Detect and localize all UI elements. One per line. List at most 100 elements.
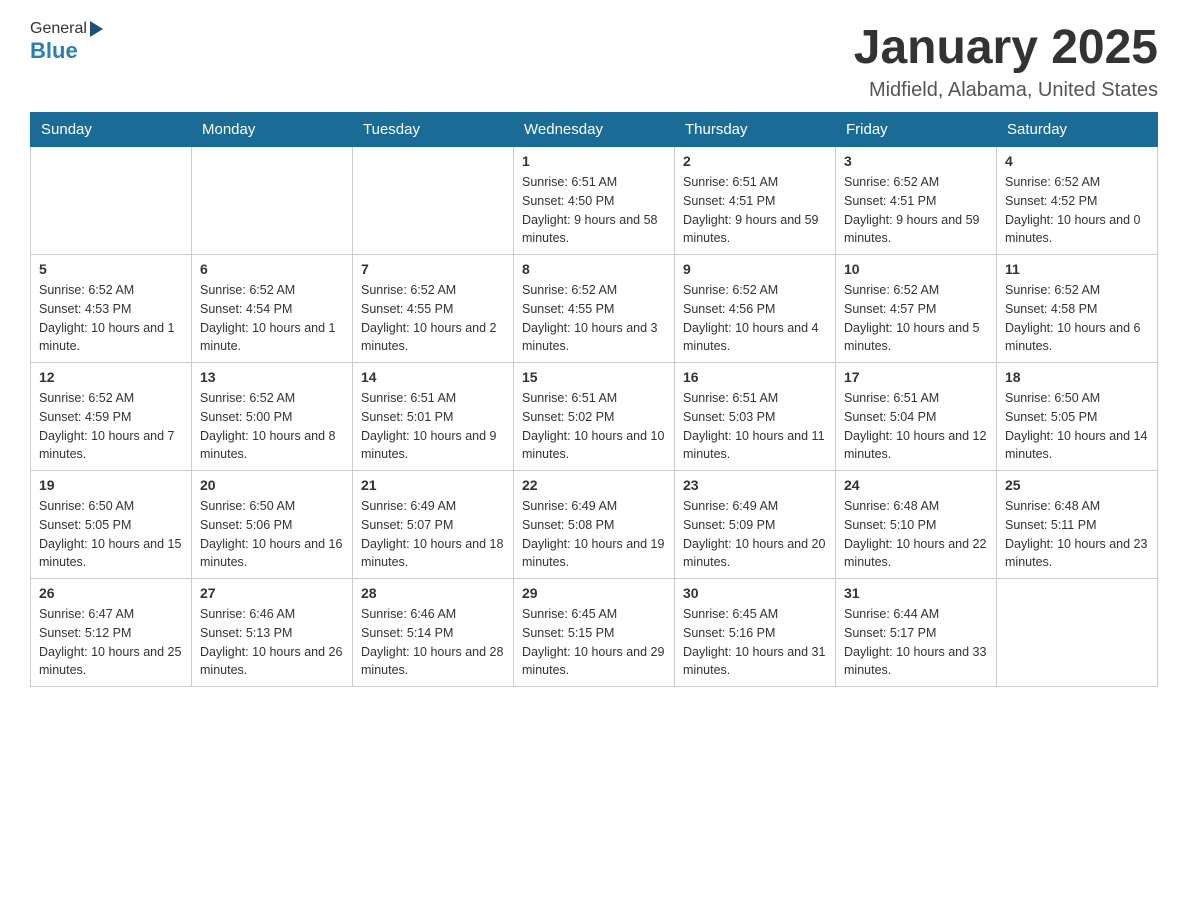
day-number: 26: [39, 585, 183, 601]
day-number: 3: [844, 153, 988, 169]
calendar-cell: 4 Sunrise: 6:52 AM Sunset: 4:52 PM Daylig…: [997, 147, 1158, 255]
calendar-cell: 15 Sunrise: 6:51 AM Sunset: 5:02 PM Dayli…: [514, 363, 675, 471]
calendar-cell: 10Sunrise: 6:52 AM Sunset: 4:57 PM Dayli…: [836, 255, 997, 363]
day-sun-info: Sunrise: 6:51 AM Sunset: 5:02 PM Dayligh…: [522, 389, 666, 464]
page-title: January 2025: [854, 20, 1158, 75]
calendar-cell: [353, 147, 514, 255]
day-sun-info: Sunrise: 6:52 AM Sunset: 4:53 PM Dayligh…: [39, 281, 183, 356]
day-number: 21: [361, 477, 505, 493]
calendar-cell: 26 Sunrise: 6:47 AM Sunset: 5:12 PM Dayli…: [31, 579, 192, 687]
day-number: 15: [522, 369, 666, 385]
day-sun-info: Sunrise: 6:49 AM Sunset: 5:07 PM Dayligh…: [361, 497, 505, 572]
day-sun-info: Sunrise: 6:52 AM Sunset: 4:56 PM Dayligh…: [683, 281, 827, 356]
calendar-week-4: 19 Sunrise: 6:50 AM Sunset: 5:05 PM Dayli…: [31, 471, 1158, 579]
calendar-cell: 12 Sunrise: 6:52 AM Sunset: 4:59 PM Dayli…: [31, 363, 192, 471]
calendar-cell: 27 Sunrise: 6:46 AM Sunset: 5:13 PM Dayli…: [192, 579, 353, 687]
day-sun-info: Sunrise: 6:52 AM Sunset: 4:54 PM Dayligh…: [200, 281, 344, 356]
calendar-cell: 22 Sunrise: 6:49 AM Sunset: 5:08 PM Dayli…: [514, 471, 675, 579]
calendar-week-2: 5 Sunrise: 6:52 AM Sunset: 4:53 PM Daylig…: [31, 255, 1158, 363]
calendar-cell: 5 Sunrise: 6:52 AM Sunset: 4:53 PM Daylig…: [31, 255, 192, 363]
day-number: 12: [39, 369, 183, 385]
day-sun-info: Sunrise: 6:50 AM Sunset: 5:06 PM Dayligh…: [200, 497, 344, 572]
day-number: 8: [522, 261, 666, 277]
day-number: 6: [200, 261, 344, 277]
day-number: 22: [522, 477, 666, 493]
day-sun-info: Sunrise: 6:45 AM Sunset: 5:15 PM Dayligh…: [522, 605, 666, 680]
calendar-cell: [192, 147, 353, 255]
calendar-cell: 2 Sunrise: 6:51 AM Sunset: 4:51 PM Daylig…: [675, 147, 836, 255]
calendar-table: SundayMondayTuesdayWednesdayThursdayFrid…: [30, 112, 1158, 687]
day-number: 18: [1005, 369, 1149, 385]
day-number: 13: [200, 369, 344, 385]
day-of-week-monday: Monday: [192, 113, 353, 147]
calendar-cell: 25Sunrise: 6:48 AM Sunset: 5:11 PM Dayli…: [997, 471, 1158, 579]
day-sun-info: Sunrise: 6:46 AM Sunset: 5:13 PM Dayligh…: [200, 605, 344, 680]
calendar-body: 1Sunrise: 6:51 AM Sunset: 4:50 PM Daylig…: [31, 147, 1158, 687]
calendar-cell: 13 Sunrise: 6:52 AM Sunset: 5:00 PM Dayli…: [192, 363, 353, 471]
logo-blue-text: Blue: [30, 38, 78, 64]
calendar-cell: 11Sunrise: 6:52 AM Sunset: 4:58 PM Dayli…: [997, 255, 1158, 363]
day-number: 11: [1005, 261, 1149, 277]
day-sun-info: Sunrise: 6:45 AM Sunset: 5:16 PM Dayligh…: [683, 605, 827, 680]
day-of-week-thursday: Thursday: [675, 113, 836, 147]
calendar-cell: 14 Sunrise: 6:51 AM Sunset: 5:01 PM Dayli…: [353, 363, 514, 471]
calendar-cell: 8 Sunrise: 6:52 AM Sunset: 4:55 PM Daylig…: [514, 255, 675, 363]
day-number: 31: [844, 585, 988, 601]
calendar-cell: 7Sunrise: 6:52 AM Sunset: 4:55 PM Daylig…: [353, 255, 514, 363]
logo-line1: General: [30, 20, 103, 38]
day-sun-info: Sunrise: 6:46 AM Sunset: 5:14 PM Dayligh…: [361, 605, 505, 680]
calendar-cell: [997, 579, 1158, 687]
logo: General Blue: [30, 20, 103, 64]
calendar-cell: 16Sunrise: 6:51 AM Sunset: 5:03 PM Dayli…: [675, 363, 836, 471]
calendar-week-3: 12 Sunrise: 6:52 AM Sunset: 4:59 PM Dayli…: [31, 363, 1158, 471]
calendar-cell: [31, 147, 192, 255]
day-number: 16: [683, 369, 827, 385]
day-number: 19: [39, 477, 183, 493]
day-sun-info: Sunrise: 6:51 AM Sunset: 4:51 PM Dayligh…: [683, 173, 827, 248]
calendar-cell: 30 Sunrise: 6:45 AM Sunset: 5:16 PM Dayli…: [675, 579, 836, 687]
day-sun-info: Sunrise: 6:50 AM Sunset: 5:05 PM Dayligh…: [39, 497, 183, 572]
calendar-cell: 24 Sunrise: 6:48 AM Sunset: 5:10 PM Dayli…: [836, 471, 997, 579]
day-of-week-tuesday: Tuesday: [353, 113, 514, 147]
day-number: 20: [200, 477, 344, 493]
day-sun-info: Sunrise: 6:52 AM Sunset: 5:00 PM Dayligh…: [200, 389, 344, 464]
day-sun-info: Sunrise: 6:44 AM Sunset: 5:17 PM Dayligh…: [844, 605, 988, 680]
logo-chevron-icon: [90, 21, 103, 37]
day-sun-info: Sunrise: 6:49 AM Sunset: 5:08 PM Dayligh…: [522, 497, 666, 572]
calendar-cell: 29 Sunrise: 6:45 AM Sunset: 5:15 PM Dayli…: [514, 579, 675, 687]
calendar-cell: 19 Sunrise: 6:50 AM Sunset: 5:05 PM Dayli…: [31, 471, 192, 579]
day-sun-info: Sunrise: 6:52 AM Sunset: 4:59 PM Dayligh…: [39, 389, 183, 464]
day-number: 4: [1005, 153, 1149, 169]
day-of-week-saturday: Saturday: [997, 113, 1158, 147]
day-sun-info: Sunrise: 6:50 AM Sunset: 5:05 PM Dayligh…: [1005, 389, 1149, 464]
day-sun-info: Sunrise: 6:47 AM Sunset: 5:12 PM Dayligh…: [39, 605, 183, 680]
day-number: 14: [361, 369, 505, 385]
day-sun-info: Sunrise: 6:52 AM Sunset: 4:55 PM Dayligh…: [361, 281, 505, 356]
day-number: 29: [522, 585, 666, 601]
day-number: 28: [361, 585, 505, 601]
calendar-cell: 23Sunrise: 6:49 AM Sunset: 5:09 PM Dayli…: [675, 471, 836, 579]
calendar-cell: 1Sunrise: 6:51 AM Sunset: 4:50 PM Daylig…: [514, 147, 675, 255]
calendar-header: SundayMondayTuesdayWednesdayThursdayFrid…: [31, 113, 1158, 147]
day-sun-info: Sunrise: 6:51 AM Sunset: 5:01 PM Dayligh…: [361, 389, 505, 464]
days-of-week-row: SundayMondayTuesdayWednesdayThursdayFrid…: [31, 113, 1158, 147]
day-number: 27: [200, 585, 344, 601]
day-sun-info: Sunrise: 6:49 AM Sunset: 5:09 PM Dayligh…: [683, 497, 827, 572]
day-number: 5: [39, 261, 183, 277]
day-number: 2: [683, 153, 827, 169]
day-sun-info: Sunrise: 6:52 AM Sunset: 4:55 PM Dayligh…: [522, 281, 666, 356]
page-header: General Blue January 2025 Midfield, Alab…: [30, 20, 1158, 102]
calendar-cell: 9Sunrise: 6:52 AM Sunset: 4:56 PM Daylig…: [675, 255, 836, 363]
day-number: 25: [1005, 477, 1149, 493]
calendar-cell: 21 Sunrise: 6:49 AM Sunset: 5:07 PM Dayli…: [353, 471, 514, 579]
day-sun-info: Sunrise: 6:52 AM Sunset: 4:52 PM Dayligh…: [1005, 173, 1149, 248]
calendar-cell: 6 Sunrise: 6:52 AM Sunset: 4:54 PM Daylig…: [192, 255, 353, 363]
calendar-cell: 20 Sunrise: 6:50 AM Sunset: 5:06 PM Dayli…: [192, 471, 353, 579]
day-number: 30: [683, 585, 827, 601]
day-sun-info: Sunrise: 6:48 AM Sunset: 5:10 PM Dayligh…: [844, 497, 988, 572]
day-sun-info: Sunrise: 6:51 AM Sunset: 5:04 PM Dayligh…: [844, 389, 988, 464]
day-of-week-wednesday: Wednesday: [514, 113, 675, 147]
title-section: January 2025 Midfield, Alabama, United S…: [854, 20, 1158, 102]
calendar-cell: 31 Sunrise: 6:44 AM Sunset: 5:17 PM Dayli…: [836, 579, 997, 687]
day-number: 24: [844, 477, 988, 493]
